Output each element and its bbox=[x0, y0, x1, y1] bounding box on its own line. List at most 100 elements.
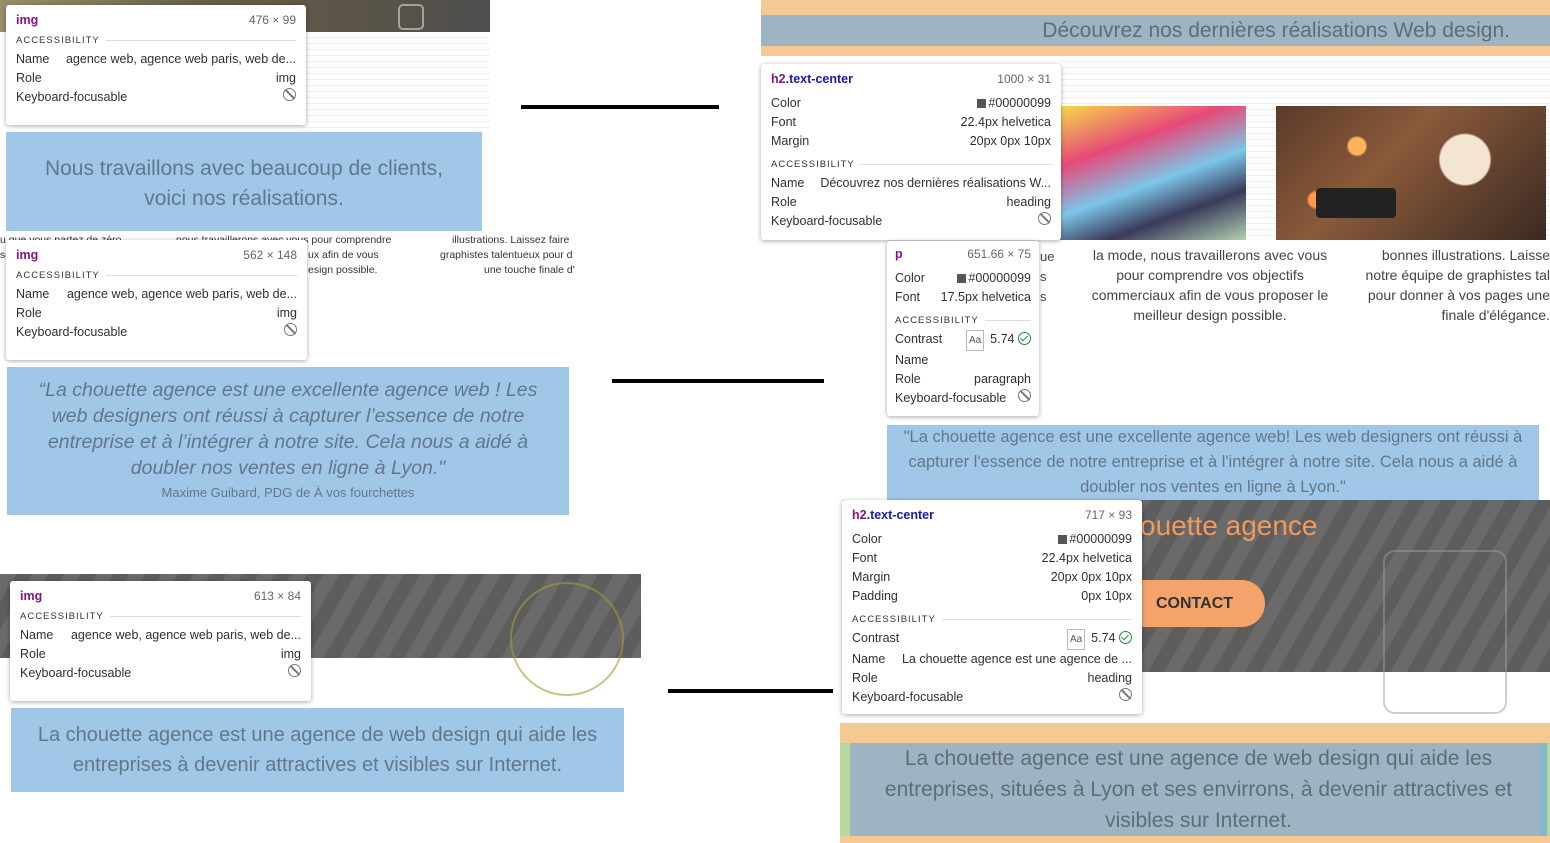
margin-value: 20px 0px 10px bbox=[969, 134, 1051, 148]
devtools-tooltip-img-2: img 562 × 148 ACCESSIBILITY Name agence we… bbox=[6, 240, 307, 360]
role-value: img bbox=[275, 71, 296, 85]
role-label: Role bbox=[895, 372, 921, 386]
role-label: Role bbox=[16, 71, 42, 85]
devtools-tooltip-img-1: img 476 × 99 ACCESSIBILITY Name agence web… bbox=[6, 5, 306, 125]
padding-label: Padding bbox=[852, 589, 898, 603]
tooltip-tag: p bbox=[895, 247, 903, 261]
tooltip-tag: h2 bbox=[771, 72, 786, 86]
name-value: agence web, agence web paris, web de... bbox=[65, 52, 296, 66]
tooltip-section: ACCESSIBILITY bbox=[16, 35, 296, 46]
name-value: agence web, agence web paris, web de... bbox=[66, 287, 297, 301]
connector-arrow-2 bbox=[612, 379, 824, 383]
tooltip-section: ACCESSIBILITY bbox=[895, 315, 1031, 326]
margin-label: Margin bbox=[771, 134, 810, 148]
tooltip-dims: 651.66 × 75 bbox=[967, 247, 1031, 261]
testimonial-paragraph: "La chouette agence est une excellente a… bbox=[887, 425, 1539, 500]
snippet: une touche finale d' bbox=[484, 264, 575, 276]
snippet: s bbox=[1040, 289, 1047, 304]
tooltip-dims: 613 × 84 bbox=[253, 589, 301, 603]
contrast-value: 5.74 bbox=[1091, 631, 1116, 645]
name-value: Découvrez nos dernières réalisations W..… bbox=[820, 176, 1051, 190]
brand-heading: ouette agence bbox=[1140, 510, 1318, 541]
contrast-label: Contrast bbox=[852, 631, 900, 645]
role-value: heading bbox=[1087, 671, 1133, 685]
padding-indicator bbox=[840, 743, 850, 836]
service-text-left-snippet: ue s s bbox=[1040, 247, 1058, 307]
tooltip-section: ACCESSIBILITY bbox=[771, 159, 1051, 170]
role-value: heading bbox=[1006, 195, 1052, 209]
keyboard-focusable-label: Keyboard-focusable bbox=[895, 391, 1007, 405]
keyboard-focusable-label: Keyboard-focusable bbox=[16, 90, 128, 104]
testimonial-block: “La chouette agence est une excellente a… bbox=[7, 367, 569, 515]
service-text-right: bonnes illustrations. Laisse notre équip… bbox=[1365, 247, 1550, 323]
tooltip-dims: 562 × 148 bbox=[243, 248, 297, 262]
not-allowed-icon bbox=[1038, 212, 1051, 225]
color-value: #00000099 bbox=[1069, 532, 1132, 546]
devtools-tooltip-h2-1: h2.text-center 1000 × 31 Color #00000099 F… bbox=[761, 64, 1061, 240]
heading-realisations: Découvrez nos dernières réalisations Web… bbox=[761, 15, 1550, 46]
color-swatch-icon bbox=[957, 274, 967, 283]
color-value: #00000099 bbox=[968, 271, 1031, 285]
check-icon bbox=[1119, 631, 1132, 644]
role-value: img bbox=[276, 306, 297, 320]
name-value: agence web, agence web paris, web de... bbox=[70, 628, 301, 642]
name-label: Name bbox=[16, 287, 50, 301]
not-allowed-icon bbox=[284, 323, 297, 336]
tooltip-class: .text-center bbox=[866, 508, 934, 522]
heading-clients: Nous travaillons avec beaucoup de client… bbox=[6, 132, 482, 231]
tooltip-section: ACCESSIBILITY bbox=[20, 611, 301, 622]
contrast-aa-icon: Aa bbox=[965, 330, 985, 351]
phone-icon bbox=[1383, 550, 1507, 714]
color-swatch-icon bbox=[977, 99, 987, 108]
devtools-tooltip-h2-2: h2.text-center 717 × 93 Color #00000099 Fo… bbox=[842, 500, 1142, 714]
contrast-aa-icon: Aa bbox=[1066, 629, 1086, 650]
connector-arrow-1 bbox=[521, 105, 719, 109]
font-value: 17.5px helvetica bbox=[940, 290, 1031, 304]
camera-icon bbox=[1316, 188, 1396, 218]
whitespace-area bbox=[300, 32, 490, 132]
snippet: ux afin de vous bbox=[308, 249, 379, 261]
role-label: Role bbox=[771, 195, 797, 209]
footer-description-right: La chouette agence est une agence de web… bbox=[850, 743, 1547, 836]
not-allowed-icon bbox=[1119, 688, 1132, 701]
name-label: Name bbox=[771, 176, 805, 190]
gallery-image-photographer bbox=[1276, 106, 1546, 240]
instagram-icon bbox=[398, 4, 424, 30]
padding-value: 0px 10px bbox=[1081, 589, 1132, 603]
snippet: esign possible. bbox=[308, 264, 378, 276]
font-label: Font bbox=[771, 115, 797, 129]
snippet: s bbox=[1040, 269, 1047, 284]
role-value: paragraph bbox=[974, 372, 1031, 386]
font-label: Font bbox=[895, 290, 921, 304]
service-text-middle: la mode, nous travaillerons avec vous po… bbox=[1091, 247, 1329, 323]
name-label: Name bbox=[16, 52, 50, 66]
testimonial-author: Maxime Guibard, PDG de À vos fourchettes bbox=[161, 485, 415, 500]
keyboard-focusable-label: Keyboard-focusable bbox=[771, 214, 883, 228]
footer-description: La chouette agence est une agence de web… bbox=[11, 708, 624, 792]
role-value: img bbox=[280, 647, 301, 661]
font-value: 22.4px helvetica bbox=[1041, 551, 1132, 565]
font-value: 22.4px helvetica bbox=[960, 115, 1051, 129]
tooltip-dims: 717 × 93 bbox=[1084, 508, 1132, 522]
role-label: Role bbox=[20, 647, 46, 661]
tooltip-class: .text-center bbox=[785, 72, 853, 86]
name-label: Name bbox=[20, 628, 54, 642]
keyboard-focusable-label: Keyboard-focusable bbox=[16, 325, 128, 339]
check-icon bbox=[1018, 332, 1031, 345]
devtools-tooltip-p: p 651.66 × 75 Color #00000099 Font 17.5px h… bbox=[887, 241, 1039, 416]
tooltip-dims: 476 × 99 bbox=[248, 13, 296, 27]
snippet: ue bbox=[1040, 249, 1055, 264]
testimonial-quote: “La chouette agence est une excellente a… bbox=[38, 379, 538, 479]
keyboard-focusable-label: Keyboard-focusable bbox=[20, 666, 132, 680]
color-label: Color bbox=[771, 96, 801, 110]
tooltip-tag: img bbox=[20, 589, 43, 603]
name-label: Name bbox=[852, 652, 886, 666]
connector-arrow-3 bbox=[668, 689, 833, 693]
snippet: graphistes talentueux pour d bbox=[440, 249, 573, 261]
contrast-value: 5.74 bbox=[990, 332, 1015, 346]
contact-button[interactable]: CONTACT bbox=[1138, 580, 1265, 627]
decor-circle bbox=[510, 582, 624, 696]
gallery-image-magazines bbox=[1060, 106, 1246, 240]
color-label: Color bbox=[852, 532, 882, 546]
not-allowed-icon bbox=[288, 664, 301, 677]
